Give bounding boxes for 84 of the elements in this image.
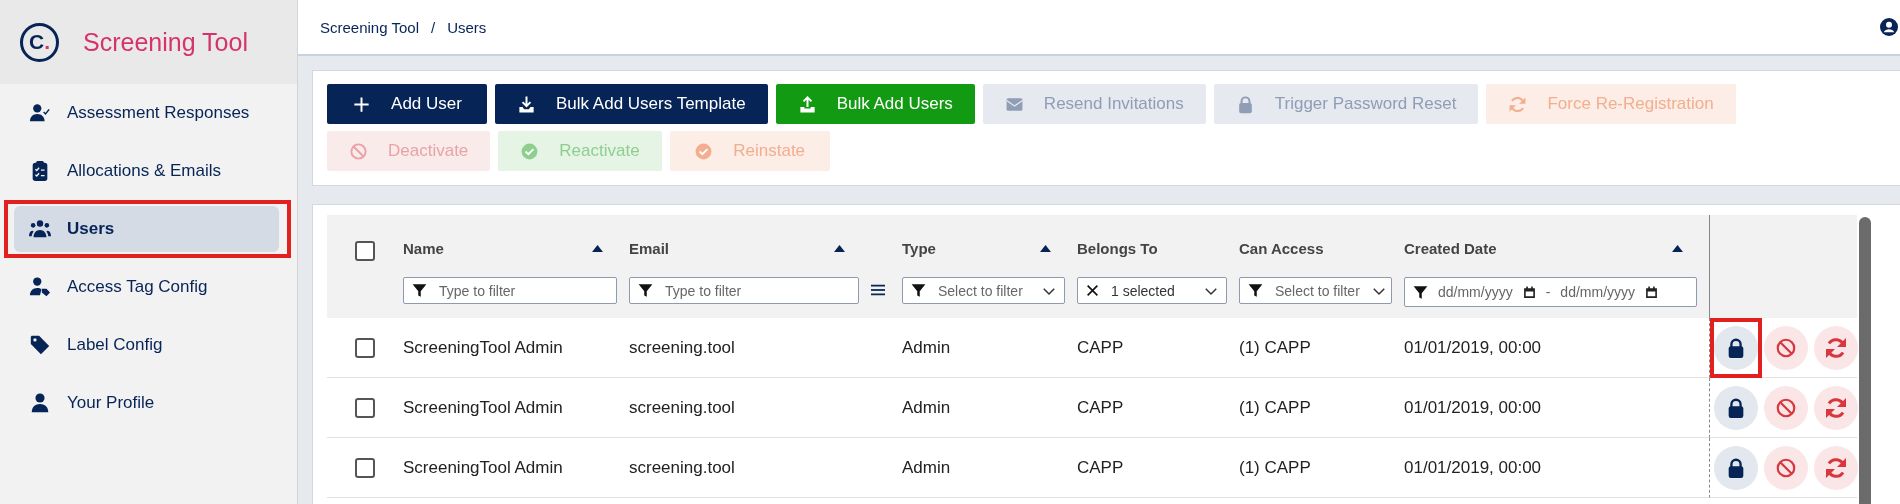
- ban-icon: [1775, 396, 1797, 419]
- breadcrumb-separator: /: [430, 18, 436, 36]
- logo: C.: [20, 22, 59, 62]
- breadcrumb-item: Users: [447, 18, 487, 36]
- date-range-field[interactable]: dd/mm/yyyy - dd/mm/yyyy: [1404, 277, 1697, 307]
- sidebar-item[interactable]: Allocations & Emails: [14, 148, 279, 194]
- table-cell: Admin: [902, 337, 951, 358]
- select-all-checkbox[interactable]: [355, 241, 375, 261]
- table-cell: (1) CAPP: [1239, 337, 1311, 358]
- download-icon: [517, 94, 536, 114]
- app-title: Screening Tool: [83, 27, 248, 57]
- column-header: Can Access: [1239, 239, 1324, 257]
- row-checkbox[interactable]: [355, 337, 375, 358]
- sync-icon: [1825, 456, 1847, 479]
- calendar-icon: [1645, 285, 1659, 299]
- table-cell: (1) CAPP: [1239, 457, 1311, 478]
- user-account-icon[interactable]: [1880, 18, 1898, 36]
- filter-field[interactable]: Type to filter: [403, 277, 617, 304]
- upload-icon: [797, 94, 817, 114]
- close-icon: [1086, 284, 1099, 297]
- calendar-icon: [1522, 285, 1536, 299]
- table-cell: (1) CAPP: [1239, 397, 1311, 418]
- filter-dropdown[interactable]: Select to filter: [902, 277, 1065, 304]
- table-cell: screening.tool: [629, 337, 735, 358]
- ban-icon: [1775, 456, 1797, 479]
- row-checkbox[interactable]: [355, 397, 375, 418]
- toolbar-button[interactable]: Bulk Add Users Template: [495, 84, 768, 124]
- filter-field[interactable]: Type to filter: [629, 277, 859, 304]
- filter-dropdown[interactable]: Select to filter: [1239, 277, 1392, 304]
- plus-icon: [352, 94, 372, 114]
- table-cell: 01/01/2019, 00:00: [1404, 337, 1542, 358]
- column-header: Created Date: [1404, 239, 1497, 257]
- row-action-button[interactable]: [1714, 385, 1758, 430]
- users-icon: [29, 218, 51, 240]
- table-cell: screening.tool: [629, 397, 735, 418]
- toolbar-button[interactable]: Bulk Add Users: [775, 84, 975, 124]
- sidebar-item[interactable]: Assessment Responses: [14, 90, 279, 136]
- sidebar-item[interactable]: Your Profile: [14, 380, 279, 426]
- column-header: Type: [902, 239, 936, 257]
- filter-icon: [911, 283, 926, 298]
- filter-icon: [1413, 284, 1428, 300]
- table-cell: CAPP: [1077, 457, 1124, 478]
- table-cell: 01/01/2019, 00:00: [1404, 397, 1542, 418]
- sync-icon: [1825, 336, 1847, 359]
- column-header: Name: [403, 239, 444, 257]
- filter-icon: [1248, 283, 1263, 298]
- sidebar-item[interactable]: Access Tag Config: [14, 264, 279, 310]
- ban-icon: [1775, 336, 1797, 359]
- table-cell: screening.tool: [629, 457, 735, 478]
- sidebar-item[interactable]: Label Config: [14, 322, 279, 368]
- filter-icon: [638, 283, 653, 298]
- table-cell: Admin: [902, 457, 951, 478]
- table-cell: CAPP: [1077, 397, 1124, 418]
- table-cell: 01/01/2019, 00:00: [1404, 457, 1542, 478]
- check-circle-icon: [520, 141, 540, 161]
- check-circle-icon: [694, 141, 714, 161]
- table-cell: Admin: [902, 397, 951, 418]
- menu-icon[interactable]: [871, 283, 885, 297]
- filter-dropdown[interactable]: 1 selected: [1077, 277, 1227, 304]
- scrollbar[interactable]: [1859, 217, 1871, 504]
- row-checkbox[interactable]: [355, 457, 375, 478]
- row-action-button[interactable]: [1714, 325, 1758, 370]
- sync-icon: [1508, 94, 1528, 114]
- sort-arrow-icon[interactable]: [1040, 244, 1051, 252]
- table-cell: ScreeningTool Admin: [403, 397, 563, 418]
- ban-icon: [349, 141, 368, 161]
- column-header: Belongs To: [1077, 239, 1158, 257]
- table-cell: CAPP: [1077, 337, 1124, 358]
- user-check-icon: [29, 102, 51, 124]
- user-tag-icon: [29, 276, 51, 298]
- breadcrumb-item[interactable]: Screening Tool: [320, 18, 419, 36]
- tag-icon: [29, 334, 51, 356]
- row-action-button[interactable]: [1714, 445, 1758, 490]
- sort-arrow-icon[interactable]: [592, 244, 603, 252]
- sort-arrow-icon[interactable]: [1672, 244, 1683, 252]
- filter-icon: [412, 283, 427, 298]
- table-cell: ScreeningTool Admin: [403, 337, 563, 358]
- table-cell: ScreeningTool Admin: [403, 457, 563, 478]
- toolbar-button[interactable]: Add User: [327, 84, 487, 124]
- sidebar-item[interactable]: Users: [14, 206, 279, 252]
- sort-arrow-icon[interactable]: [834, 244, 845, 252]
- column-header: Email: [629, 239, 670, 257]
- sync-icon: [1825, 396, 1847, 419]
- user-icon: [29, 392, 51, 414]
